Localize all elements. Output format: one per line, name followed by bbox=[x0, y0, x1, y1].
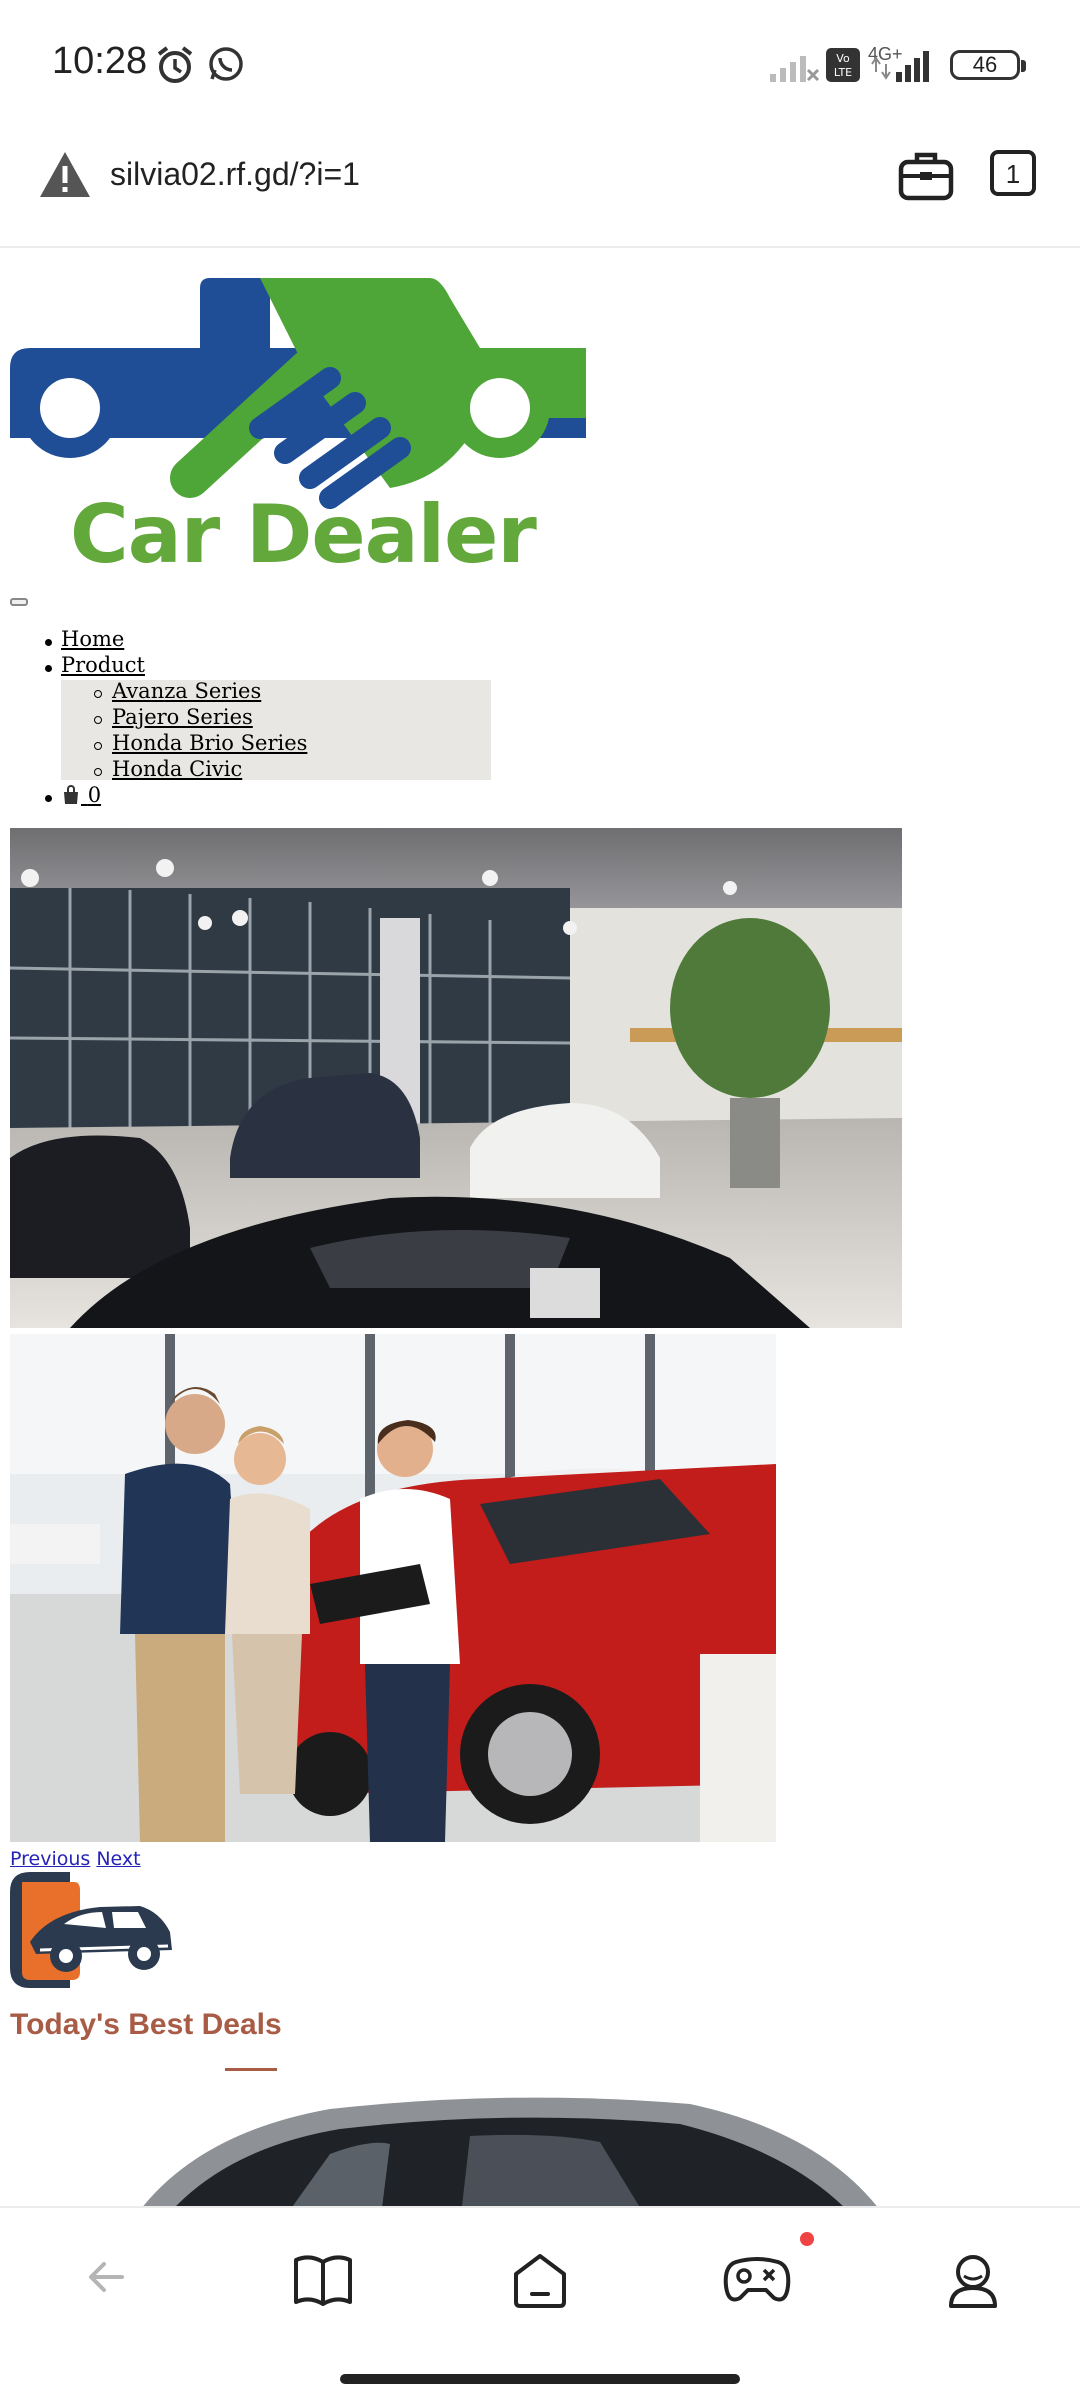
web-page: Car Dealer Home Product Avanza Series Pa… bbox=[0, 248, 1080, 2206]
submenu-bullet bbox=[94, 742, 102, 750]
svg-text:LTE: LTE bbox=[834, 66, 852, 79]
nav-cart-link[interactable]: 0 bbox=[61, 782, 101, 808]
slider-controls: Previous Next bbox=[10, 1848, 141, 1870]
slider-next-link[interactable]: Next bbox=[96, 1848, 140, 1870]
section-title: Today's Best Deals bbox=[10, 2008, 282, 2041]
nav-bullet bbox=[45, 795, 52, 802]
submenu-item-avanza[interactable]: Avanza Series bbox=[112, 678, 261, 704]
url-bar: silvia02.rf.gd/?i=1 1 bbox=[0, 130, 1080, 248]
svg-text:Vo: Vo bbox=[836, 52, 850, 65]
briefcase-icon[interactable] bbox=[898, 148, 954, 206]
section-title-underline bbox=[225, 2068, 277, 2071]
games-icon[interactable] bbox=[722, 2252, 792, 2312]
logo-text: Car Dealer bbox=[70, 488, 537, 581]
warning-icon[interactable] bbox=[38, 150, 92, 204]
battery-icon: 46 bbox=[950, 50, 1020, 80]
submenu-item-honda-brio[interactable]: Honda Brio Series bbox=[112, 730, 307, 756]
volte-icon: Vo LTE bbox=[826, 48, 860, 86]
bookmarks-icon[interactable] bbox=[292, 2252, 354, 2312]
signal-icon bbox=[770, 50, 820, 86]
battery-tip bbox=[1021, 60, 1026, 72]
notification-dot bbox=[800, 2232, 814, 2246]
home-indicator[interactable] bbox=[340, 2374, 740, 2384]
home-icon[interactable] bbox=[510, 2252, 570, 2314]
url-text[interactable]: silvia02.rf.gd/?i=1 bbox=[110, 156, 360, 193]
submenu-bullet bbox=[94, 690, 102, 698]
submenu-bullet bbox=[94, 716, 102, 724]
browser-bottom-nav bbox=[0, 2206, 1080, 2402]
status-bar: 10:28 Vo LTE 4G+ 46 bbox=[0, 0, 1080, 130]
tabs-count-button[interactable]: 1 bbox=[990, 150, 1036, 196]
status-time: 10:28 bbox=[52, 40, 148, 82]
nav-home-link[interactable]: Home bbox=[61, 626, 124, 652]
nav-bullet bbox=[45, 665, 52, 672]
cart-count: 0 bbox=[87, 783, 102, 807]
profile-icon[interactable] bbox=[946, 2252, 1000, 2314]
submenu-item-honda-civic[interactable]: Honda Civic bbox=[112, 756, 242, 782]
back-icon[interactable] bbox=[82, 2252, 132, 2306]
shopping-bag-icon bbox=[64, 785, 78, 804]
alarm-icon bbox=[154, 44, 196, 90]
whatsapp-icon bbox=[206, 44, 246, 88]
submenu-item-pajero[interactable]: Pajero Series bbox=[112, 704, 253, 730]
menu-toggle-button[interactable] bbox=[10, 598, 28, 606]
submenu-bullet bbox=[94, 768, 102, 776]
nav-bullet bbox=[45, 639, 52, 646]
slider-image-sales-team bbox=[10, 1334, 776, 1842]
cellular-signal-icon bbox=[870, 50, 936, 86]
slider-previous-link[interactable]: Previous bbox=[10, 1848, 90, 1870]
slider-image-showroom bbox=[9, 828, 902, 1328]
nav-product-link[interactable]: Product bbox=[61, 652, 145, 678]
car-badge-icon bbox=[10, 1872, 176, 1988]
deal-car-image bbox=[130, 2094, 900, 2206]
